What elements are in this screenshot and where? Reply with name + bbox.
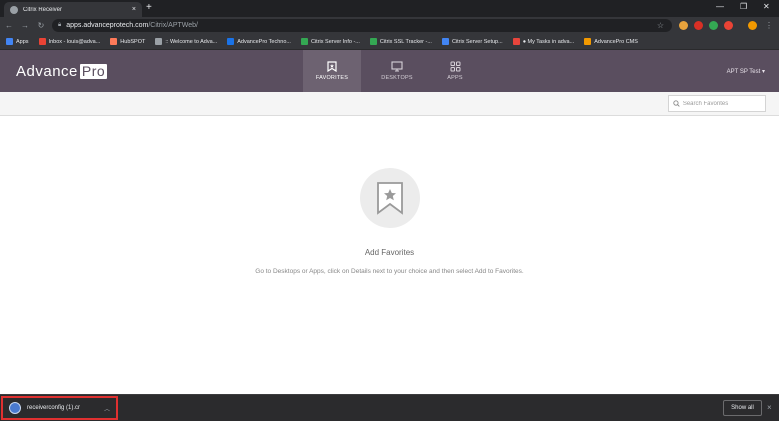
download-item[interactable]: receiverconfig (1).cr ︿ xyxy=(1,396,118,420)
bookmark-label: :: Welcome to Adva... xyxy=(165,38,218,45)
profile-avatar[interactable] xyxy=(748,21,757,30)
tab-label: DESKTOPS xyxy=(381,75,413,81)
bookmark-item[interactable]: AdvancePro Techno... xyxy=(227,38,291,45)
bookmark-item[interactable]: AdvancePro CMS xyxy=(584,38,638,45)
bookmark-label: Inbox - louis@adva... xyxy=(48,38,101,45)
forward-icon[interactable]: → xyxy=(18,21,32,30)
citrix-favicon-icon xyxy=(10,5,18,14)
download-bar: receiverconfig (1).cr ︿ Show all × xyxy=(0,394,779,421)
back-icon[interactable]: ← xyxy=(2,21,16,30)
close-download-bar-icon[interactable]: × xyxy=(767,403,772,412)
tab-close-icon[interactable]: × xyxy=(132,6,136,13)
minimize-icon[interactable]: — xyxy=(716,2,724,11)
bookmarks-bar: Apps Inbox - louis@adva... HubSPOT :: We… xyxy=(0,34,779,50)
window-close-icon[interactable]: ✕ xyxy=(763,2,770,11)
tab-apps[interactable]: APPS xyxy=(426,50,484,92)
user-menu[interactable]: APT SP Test ▾ xyxy=(727,68,765,75)
logo-badge: Pro xyxy=(79,63,108,79)
tab-label: FAVORITES xyxy=(315,75,349,81)
bookmark-label: ● My Tasks in adva... xyxy=(522,38,575,45)
download-file-name: receiverconfig (1).cr xyxy=(27,405,81,411)
url-host: apps.advanceprotech.com xyxy=(66,22,149,29)
bookmark-star-icon xyxy=(377,182,403,215)
maximize-icon[interactable]: ❐ xyxy=(740,2,747,11)
address-bar[interactable]: 🔒︎ apps.advanceprotech.com /Citrix/APTWe… xyxy=(52,19,672,32)
empty-favorites-icon xyxy=(360,168,420,228)
bookmark-label: HubSPOT xyxy=(120,38,146,45)
bookmark-icon xyxy=(300,38,308,45)
browser-toolbar: ← → ↻ 🔒︎ apps.advanceprotech.com /Citrix… xyxy=(0,17,779,34)
empty-state-title: Add Favorites xyxy=(364,248,415,257)
lock-icon: 🔒︎ xyxy=(58,22,62,28)
bookmark-item[interactable]: Citrix Server Setup... xyxy=(441,38,503,45)
search-icon xyxy=(673,100,680,107)
toolbar-subbar xyxy=(0,92,779,116)
menu-icon[interactable]: ⋮ xyxy=(765,21,773,30)
extension-icon[interactable] xyxy=(679,21,688,30)
bookmark-label: Citrix SSL Tracker -... xyxy=(379,38,432,45)
bookmark-icon xyxy=(369,38,377,45)
app-header: Advance Pro FAVORITES DESKTOPS APPS APT … xyxy=(0,50,779,92)
citrix-file-icon xyxy=(9,402,21,414)
bookmark-icon xyxy=(38,38,46,45)
search-input[interactable] xyxy=(682,100,761,107)
reload-icon[interactable]: ↻ xyxy=(34,21,48,30)
desktop-icon xyxy=(391,61,403,72)
extension-icon[interactable] xyxy=(709,21,718,30)
search-box[interactable] xyxy=(668,95,766,112)
extension-icon[interactable] xyxy=(694,21,703,30)
url-path: /Citrix/APTWeb/ xyxy=(148,22,198,29)
bookmark-icon xyxy=(327,61,337,72)
browser-tab-strip: Citrix Receiver × + — ❐ ✕ xyxy=(0,0,779,17)
bookmark-star-icon[interactable]: ☆ xyxy=(657,21,664,30)
browser-tab[interactable]: Citrix Receiver × xyxy=(4,2,142,17)
tab-desktops[interactable]: DESKTOPS xyxy=(368,50,426,92)
bookmark-icon xyxy=(584,38,592,45)
bookmark-item[interactable]: Inbox - louis@adva... xyxy=(38,38,101,45)
bookmark-label: Citrix Server Info -... xyxy=(310,38,360,45)
bookmark-item[interactable]: Citrix Server Info -... xyxy=(300,38,360,45)
bookmark-label: Apps xyxy=(16,38,29,45)
bookmark-label: AdvancePro Techno... xyxy=(237,38,291,45)
bookmark-item[interactable]: Citrix SSL Tracker -... xyxy=(369,38,432,45)
bookmark-icon xyxy=(227,38,235,45)
bookmark-item[interactable]: Apps xyxy=(6,38,29,45)
apps-grid-icon xyxy=(450,61,460,72)
bookmark-icon xyxy=(441,38,449,45)
bookmark-icon xyxy=(512,38,520,45)
new-tab-button[interactable]: + xyxy=(146,2,152,14)
bookmark-icon xyxy=(110,38,118,45)
chevron-up-icon[interactable]: ︿ xyxy=(104,404,110,413)
bookmark-item[interactable]: ● My Tasks in adva... xyxy=(512,38,575,45)
logo-text: Advance xyxy=(16,63,78,80)
tab-label: APPS xyxy=(447,75,463,81)
show-all-button[interactable]: Show all xyxy=(723,400,762,416)
bookmark-label: Citrix Server Setup... xyxy=(451,38,503,45)
bookmark-item[interactable]: :: Welcome to Adva... xyxy=(155,38,217,45)
bookmark-icon xyxy=(155,38,163,45)
extension-icon[interactable] xyxy=(724,21,733,30)
bookmark-item[interactable]: HubSPOT xyxy=(110,38,145,45)
advancepro-logo: Advance Pro xyxy=(16,63,108,80)
bookmark-label: AdvancePro CMS xyxy=(594,38,638,45)
empty-state-description: Go to Desktops or Apps, click on Details… xyxy=(255,268,524,275)
tab-favorites[interactable]: FAVORITES xyxy=(303,50,361,92)
tab-title: Citrix Receiver xyxy=(23,6,63,13)
bookmark-icon xyxy=(6,38,13,45)
